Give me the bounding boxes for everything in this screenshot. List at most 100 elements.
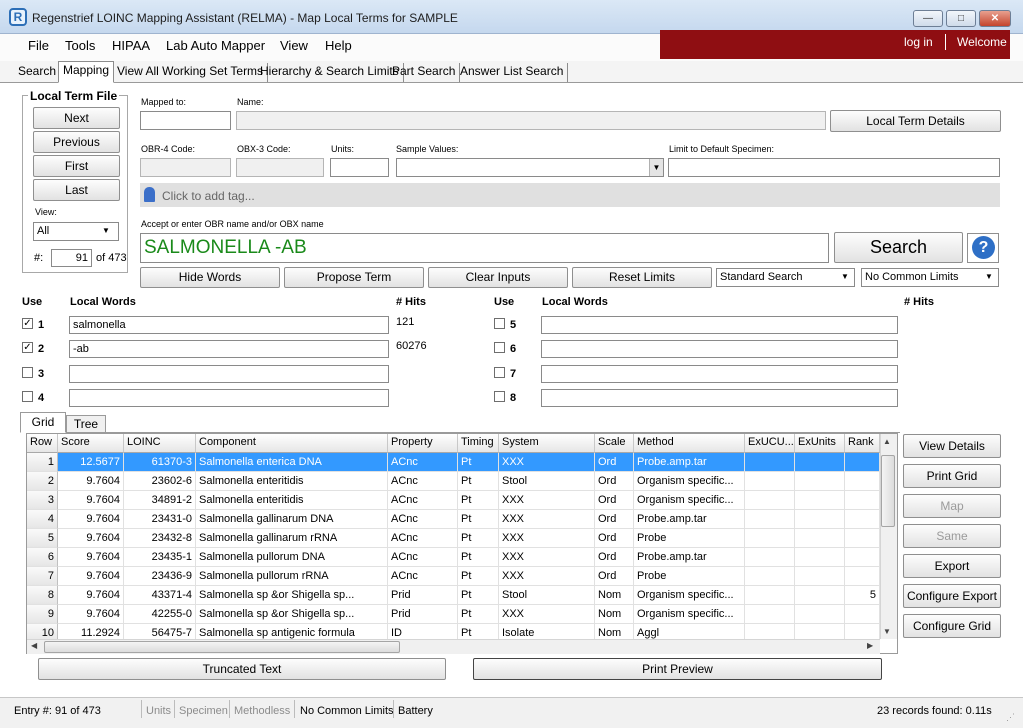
sample-values-select[interactable] — [396, 158, 664, 177]
word-1-input[interactable]: salmonella — [69, 316, 389, 334]
grid-cell[interactable]: ACnc — [388, 548, 458, 567]
vertical-scroll-thumb[interactable] — [881, 455, 895, 527]
grid-cell[interactable]: 9.7604 — [58, 548, 124, 567]
grid-cell[interactable]: Pt — [458, 605, 499, 624]
map-button[interactable]: Map — [903, 494, 1001, 518]
word-4-checkbox[interactable] — [22, 391, 33, 402]
column-header-component[interactable]: Component — [196, 434, 388, 453]
grid-cell[interactable] — [745, 491, 795, 510]
grid-cell[interactable]: 9.7604 — [58, 529, 124, 548]
grid-cell[interactable]: 5 — [845, 586, 880, 605]
grid-cell[interactable] — [845, 510, 880, 529]
grid-cell[interactable]: XXX — [499, 510, 595, 529]
grid-cell[interactable]: 1 — [27, 453, 58, 472]
resize-grip-icon[interactable]: ⋰ — [1006, 712, 1015, 723]
minimize-button[interactable]: — — [913, 10, 943, 27]
grid-cell[interactable]: ACnc — [388, 472, 458, 491]
tab-tree[interactable]: Tree — [66, 415, 106, 433]
menu-hipaa[interactable]: HIPAA — [112, 38, 150, 53]
menu-tools[interactable]: Tools — [65, 38, 95, 53]
grid-cell[interactable]: 61370-3 — [124, 453, 196, 472]
hide-words-button[interactable]: Hide Words — [140, 267, 280, 288]
grid-cell[interactable]: Salmonella pullorum DNA — [196, 548, 388, 567]
grid-cell[interactable]: Prid — [388, 586, 458, 605]
grid-cell[interactable] — [795, 453, 845, 472]
configure-grid-button[interactable]: Configure Grid — [903, 614, 1001, 638]
grid-cell[interactable]: Probe — [634, 567, 745, 586]
view-details-button[interactable]: View Details — [903, 434, 1001, 458]
grid-cell[interactable]: 9.7604 — [58, 567, 124, 586]
mapped-to-field[interactable] — [140, 111, 231, 130]
search-button[interactable]: Search — [834, 232, 963, 263]
grid-cell[interactable] — [845, 453, 880, 472]
menu-view[interactable]: View — [280, 38, 308, 53]
local-term-details-button[interactable]: Local Term Details — [830, 110, 1001, 132]
grid-cell[interactable]: XXX — [499, 529, 595, 548]
search-type-select[interactable]: Standard Search — [716, 268, 855, 287]
grid-cell[interactable]: ACnc — [388, 491, 458, 510]
chevron-down-icon[interactable]: ▼ — [649, 159, 663, 176]
grid-cell[interactable]: 34891-2 — [124, 491, 196, 510]
grid-cell[interactable]: 9.7604 — [58, 472, 124, 491]
login-link[interactable]: log in — [904, 35, 933, 49]
grid-cell[interactable]: 9.7604 — [58, 510, 124, 529]
grid-cell[interactable]: Probe.amp.tar — [634, 510, 745, 529]
grid-cell[interactable]: XXX — [499, 453, 595, 472]
grid-cell[interactable] — [795, 605, 845, 624]
grid-cell[interactable]: XXX — [499, 605, 595, 624]
grid-cell[interactable]: Organism specific... — [634, 586, 745, 605]
tab-hierarchy-search-limits[interactable]: Hierarchy & Search Limits — [256, 63, 404, 82]
grid-cell[interactable]: ACnc — [388, 510, 458, 529]
column-header-row[interactable]: Row — [27, 434, 58, 453]
column-header-exucu[interactable]: ExUCU... — [745, 434, 795, 453]
grid-cell[interactable]: Salmonella sp &or Shigella sp... — [196, 586, 388, 605]
grid-cell[interactable]: 43371-4 — [124, 586, 196, 605]
grid-cell[interactable]: 23436-9 — [124, 567, 196, 586]
grid-cell[interactable] — [745, 586, 795, 605]
first-button[interactable]: First — [33, 155, 120, 177]
word-5-input[interactable] — [541, 316, 898, 334]
grid-cell[interactable]: ACnc — [388, 453, 458, 472]
word-7-checkbox[interactable] — [494, 367, 505, 378]
word-5-checkbox[interactable] — [494, 318, 505, 329]
grid-cell[interactable]: 9 — [27, 605, 58, 624]
grid-cell[interactable] — [795, 472, 845, 491]
maximize-button[interactable]: □ — [946, 10, 976, 27]
grid-cell[interactable]: Ord — [595, 548, 634, 567]
grid-cell[interactable]: Salmonella gallinarum rRNA — [196, 529, 388, 548]
clear-inputs-button[interactable]: Clear Inputs — [428, 267, 568, 288]
tab-mapping[interactable]: Mapping — [58, 61, 115, 83]
grid-cell[interactable]: Nom — [595, 586, 634, 605]
grid-cell[interactable]: 3 — [27, 491, 58, 510]
grid-cell[interactable]: Pt — [458, 453, 499, 472]
grid-cell[interactable]: Ord — [595, 453, 634, 472]
grid-cell[interactable]: Salmonella pullorum rRNA — [196, 567, 388, 586]
grid-cell[interactable]: Pt — [458, 567, 499, 586]
tab-grid[interactable]: Grid — [20, 412, 66, 433]
grid-cell[interactable]: 9.7604 — [58, 605, 124, 624]
common-limits-select[interactable]: No Common Limits — [861, 268, 999, 287]
obr-name-input[interactable]: SALMONELLA -AB — [140, 233, 829, 263]
print-grid-button[interactable]: Print Grid — [903, 464, 1001, 488]
grid-cell[interactable] — [845, 567, 880, 586]
export-button[interactable]: Export — [903, 554, 1001, 578]
grid-cell[interactable]: ACnc — [388, 567, 458, 586]
word-1-checkbox[interactable]: ✓ — [22, 318, 33, 329]
grid-cell[interactable]: 2 — [27, 472, 58, 491]
word-8-checkbox[interactable] — [494, 391, 505, 402]
grid-cell[interactable] — [795, 491, 845, 510]
grid-cell[interactable]: Prid — [388, 605, 458, 624]
grid-cell[interactable]: ACnc — [388, 529, 458, 548]
grid-cell[interactable]: 23435-1 — [124, 548, 196, 567]
column-header-property[interactable]: Property — [388, 434, 458, 453]
close-button[interactable]: ✕ — [979, 10, 1011, 27]
column-header-timing[interactable]: Timing — [458, 434, 499, 453]
grid-cell[interactable] — [745, 605, 795, 624]
grid-cell[interactable] — [845, 529, 880, 548]
grid-cell[interactable]: Pt — [458, 529, 499, 548]
previous-button[interactable]: Previous — [33, 131, 120, 153]
grid-cell[interactable]: XXX — [499, 567, 595, 586]
grid-cell[interactable]: Organism specific... — [634, 472, 745, 491]
grid-cell[interactable]: Organism specific... — [634, 491, 745, 510]
grid-cell[interactable]: 23432-8 — [124, 529, 196, 548]
